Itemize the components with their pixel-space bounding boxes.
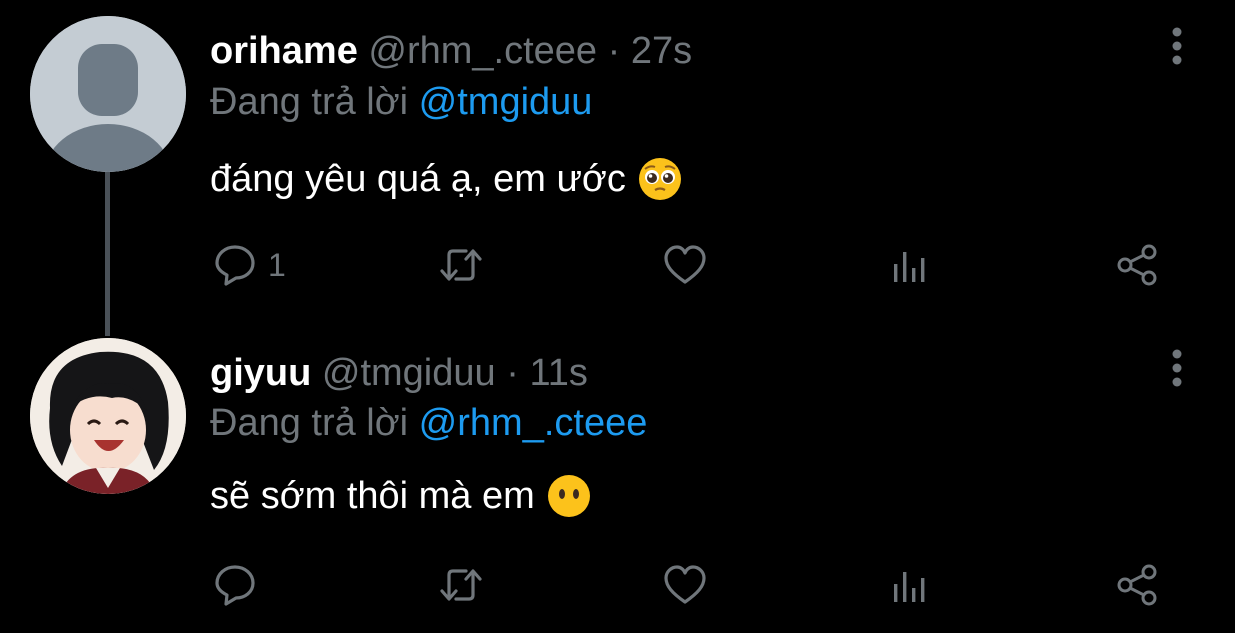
replying-to-label: Đang trả lời — [210, 81, 409, 123]
conversation-thread: orihame @rhm_.cteee · 27s Đang trả lời @… — [0, 0, 1235, 633]
separator: · — [506, 352, 519, 394]
retweet-button[interactable] — [438, 560, 484, 610]
timestamp[interactable]: 27s — [631, 30, 692, 72]
views-icon — [894, 572, 925, 602]
username[interactable]: @tmgiduu — [322, 352, 496, 394]
separator: · — [607, 30, 621, 72]
avatar[interactable] — [30, 338, 186, 494]
replying-to-label: Đang trả lời — [210, 402, 409, 444]
more-options-icon — [1172, 349, 1182, 387]
share-icon — [1117, 244, 1157, 286]
display-name[interactable]: giyuu — [210, 352, 311, 394]
reply-icon — [215, 245, 255, 286]
tweet-body: sẽ sớm thôi mà em — [210, 475, 535, 517]
tweet-actions: 1 — [210, 240, 1170, 290]
tweet-text: sẽ sớm thôi mà em — [210, 472, 591, 520]
tweet[interactable]: giyuu @tmgiduu · 11s Đang trả lời @rhm_.… — [0, 320, 1235, 633]
anime-character-avatar-icon — [30, 338, 186, 494]
more-options-button[interactable] — [1169, 346, 1185, 390]
retweet-icon — [440, 249, 482, 281]
tweet-header: orihame @rhm_.cteee · 27s — [210, 28, 692, 74]
face-without-mouth-emoji-icon — [547, 475, 590, 517]
reply-count: 1 — [268, 247, 286, 283]
avatar[interactable] — [30, 16, 186, 172]
tweet-actions — [210, 560, 1170, 610]
share-button[interactable] — [1114, 560, 1160, 610]
like-button[interactable] — [662, 560, 708, 610]
reply-icon — [215, 565, 255, 606]
tweet-text: đáng yêu quá ạ, em ước — [210, 155, 682, 203]
like-button[interactable] — [662, 240, 708, 290]
tweet[interactable]: orihame @rhm_.cteee · 27s Đang trả lời @… — [0, 0, 1235, 336]
more-options-button[interactable] — [1169, 24, 1185, 68]
timestamp[interactable]: 11s — [529, 352, 587, 394]
mention-link[interactable]: @rhm_.cteee — [419, 402, 648, 444]
tweet-body: đáng yêu quá ạ, em ước — [210, 158, 626, 200]
pleading-face-emoji-icon — [638, 158, 681, 200]
like-icon — [664, 245, 706, 284]
views-icon — [894, 252, 925, 282]
retweet-icon — [440, 569, 482, 601]
retweet-button[interactable] — [438, 240, 484, 290]
thread-connector-line — [105, 172, 110, 336]
default-avatar-icon — [30, 16, 186, 172]
views-button[interactable] — [888, 240, 934, 290]
share-icon — [1117, 564, 1157, 606]
tweet-header: giyuu @tmgiduu · 11s — [210, 350, 588, 396]
replying-to: Đang trả lời @tmgiduu — [210, 79, 592, 125]
like-icon — [664, 565, 706, 604]
reply-button[interactable]: 1 — [212, 240, 286, 290]
replying-to: Đang trả lời @rhm_.cteee — [210, 400, 647, 446]
share-button[interactable] — [1114, 240, 1160, 290]
reply-button[interactable] — [212, 560, 268, 610]
display-name[interactable]: orihame — [210, 30, 358, 72]
username[interactable]: @rhm_.cteee — [368, 30, 597, 72]
views-button[interactable] — [888, 560, 934, 610]
mention-link[interactable]: @tmgiduu — [419, 81, 593, 123]
more-options-icon — [1172, 27, 1182, 65]
